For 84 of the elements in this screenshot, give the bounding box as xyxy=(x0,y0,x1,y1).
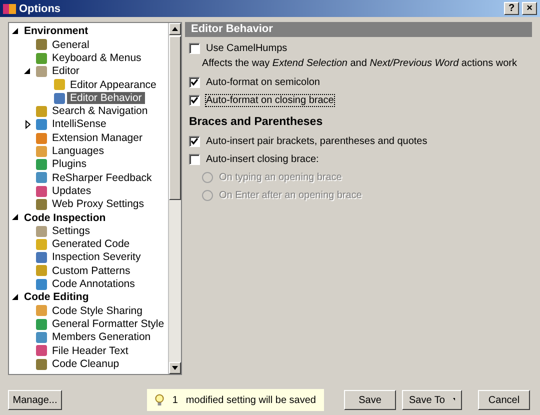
checkbox-label: Auto-format on closing brace xyxy=(206,94,334,106)
item-icon xyxy=(36,186,47,197)
item-icon xyxy=(36,358,47,370)
title-bar-button[interactable]: × xyxy=(522,2,537,15)
tree-item[interactable]: Editor Appearance xyxy=(67,78,160,92)
tree-item[interactable]: Generated Code xyxy=(49,238,133,251)
item-icon xyxy=(36,106,47,117)
manage-button[interactable]: Manage... xyxy=(8,390,62,410)
item-icon xyxy=(36,345,47,356)
tree-item[interactable]: Inspection Severity xyxy=(49,251,144,264)
expanded-arrow-icon[interactable] xyxy=(11,27,21,36)
item-icon xyxy=(36,265,47,276)
tree-item[interactable]: Search & Navigation xyxy=(49,105,151,118)
item-icon xyxy=(36,226,47,237)
item-icon xyxy=(36,132,47,144)
tree-item[interactable]: Editor Behavior xyxy=(67,92,145,104)
item-icon xyxy=(54,92,65,104)
item-icon xyxy=(36,39,47,50)
expanded-arrow-icon[interactable] xyxy=(23,67,33,76)
scroll-down-icon[interactable] xyxy=(172,366,178,370)
checkbox-label: Auto-format on semicolon xyxy=(206,76,320,88)
tree-item[interactable]: Code Cleanup xyxy=(49,358,122,370)
checkbox[interactable] xyxy=(189,76,200,88)
scrollbar[interactable] xyxy=(168,23,181,374)
lightbulb-icon xyxy=(155,394,164,406)
checkbox[interactable] xyxy=(189,42,200,54)
tree-item[interactable]: Updates xyxy=(49,184,94,198)
item-icon xyxy=(36,119,47,130)
notice-text: modified setting will be saved xyxy=(186,394,316,406)
collapsed-arrow-icon[interactable] xyxy=(23,120,33,130)
tree-item[interactable]: Keyboard & Menus xyxy=(49,52,144,64)
tree-item[interactable]: Settings xyxy=(49,224,93,238)
item-icon xyxy=(36,172,47,184)
checkbox[interactable] xyxy=(189,94,200,106)
tree-item[interactable]: Extension Manager xyxy=(49,132,146,144)
tree-item[interactable]: Members Generation xyxy=(49,331,154,344)
radio-label: On Enter after an opening brace xyxy=(219,190,362,200)
item-icon xyxy=(36,66,47,78)
notice-count: 1 xyxy=(172,394,178,406)
window-title: Options xyxy=(19,2,62,14)
tree-item[interactable]: Environment xyxy=(21,25,92,38)
item-icon xyxy=(36,332,47,343)
tree-item[interactable]: Languages xyxy=(49,145,107,158)
tree-item[interactable]: IntelliSense xyxy=(49,118,110,131)
tree-item[interactable]: Code Annotations xyxy=(49,278,138,291)
tree-item[interactable]: Custom Patterns xyxy=(49,264,134,278)
tree-item[interactable]: General Formatter Style xyxy=(49,318,168,330)
item-icon xyxy=(36,199,47,210)
item-icon xyxy=(36,238,47,250)
tree-item[interactable]: Plugins xyxy=(49,158,90,171)
tree-item[interactable]: Code Editing xyxy=(21,291,92,304)
checkbox[interactable] xyxy=(189,154,200,164)
item-icon xyxy=(36,252,47,264)
checkbox-label: Auto-insert pair brackets, parentheses and quotes xyxy=(206,136,428,146)
item-icon xyxy=(36,159,47,170)
tree-item[interactable]: Editor xyxy=(49,65,82,78)
tree-item[interactable]: File Header Text xyxy=(49,344,132,358)
checkbox[interactable] xyxy=(189,136,200,146)
footer-button[interactable]: Cancel xyxy=(478,390,530,410)
item-icon xyxy=(36,318,47,330)
tree-item[interactable]: General xyxy=(49,38,92,52)
scroll-up-icon[interactable] xyxy=(172,27,178,31)
expanded-arrow-icon[interactable] xyxy=(11,213,21,222)
checkbox-label: Use CamelHumps xyxy=(206,42,288,54)
app-logo-icon xyxy=(3,2,16,14)
tree-item[interactable]: Code Style Sharing xyxy=(49,304,146,318)
checkbox-label: Auto-insert closing brace: xyxy=(206,154,319,164)
item-icon xyxy=(36,52,47,64)
item-icon xyxy=(36,146,47,157)
section-heading: Braces and Parentheses xyxy=(189,116,324,128)
footer-button[interactable]: Save To xyxy=(402,390,462,410)
caret-icon xyxy=(452,398,455,402)
item-icon xyxy=(36,305,47,316)
expanded-arrow-icon[interactable] xyxy=(11,293,21,302)
radio-label: On typing an opening brace xyxy=(219,172,342,182)
panel-header: Editor Behavior xyxy=(185,22,532,37)
description-text: Affects the way Extend Selection and Next/Previous Word actions work xyxy=(201,57,518,71)
tree-item[interactable]: Code Inspection xyxy=(21,212,109,224)
title-bar-button[interactable]: ? xyxy=(504,2,519,15)
footer-button[interactable]: Save xyxy=(344,390,396,410)
tree-item[interactable]: Web Proxy Settings xyxy=(49,198,148,211)
item-icon xyxy=(36,278,47,290)
tree-item[interactable]: ReSharper Feedback xyxy=(49,172,155,184)
item-icon xyxy=(54,79,65,90)
